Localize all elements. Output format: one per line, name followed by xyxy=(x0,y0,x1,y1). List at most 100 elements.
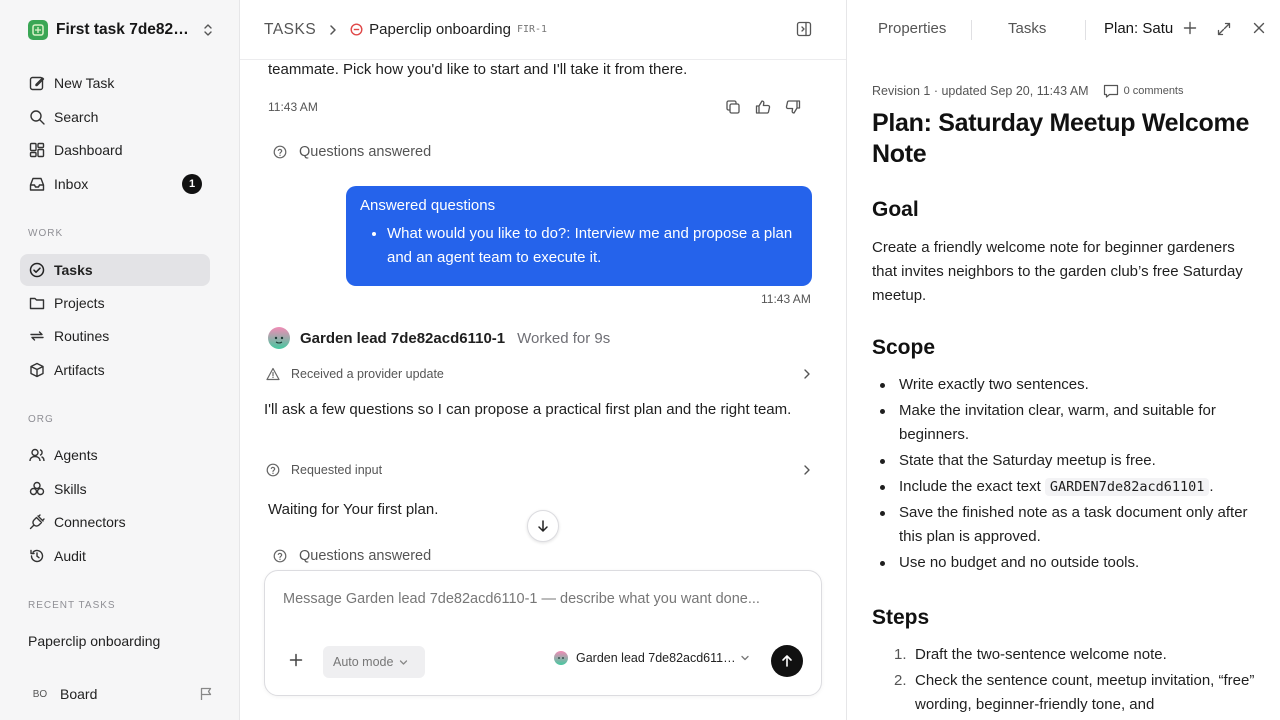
breadcrumb-tasks-link[interactable]: TASKS xyxy=(264,21,316,39)
nav-routines-label: Routines xyxy=(54,328,110,344)
nav-audit[interactable]: Audit xyxy=(20,540,210,572)
event-provider-update[interactable]: Received a provider update xyxy=(266,362,812,386)
copy-icon[interactable] xyxy=(724,98,742,116)
tab-properties[interactable]: Properties xyxy=(878,20,946,37)
sidebar: First task 7de82acd6110 New Task Search … xyxy=(0,0,240,720)
steps-heading: Steps xyxy=(872,606,930,629)
event-requested-input[interactable]: Requested input xyxy=(266,458,812,482)
questions-answered-row-2[interactable]: Questions answered xyxy=(273,548,431,564)
user-message-bubble: Answered questions What would you like t… xyxy=(346,186,812,286)
blocked-status-icon xyxy=(350,23,363,36)
expand-icon[interactable] xyxy=(1216,21,1232,37)
chevron-right-icon xyxy=(328,24,338,36)
thumbs-down-icon[interactable] xyxy=(784,98,802,116)
list-item: Write exactly two sentences. xyxy=(872,373,1257,397)
agent-name: Garden lead 7de82acd6110-1 xyxy=(300,329,506,347)
chevron-down-icon xyxy=(400,659,408,665)
nav-skills-label: Skills xyxy=(54,481,87,497)
step-text: Check the sentence count, meetup invitat… xyxy=(915,672,1255,713)
nav-agents[interactable]: Agents xyxy=(20,439,210,471)
list-item: State that the Saturday meetup is free. xyxy=(872,449,1257,473)
agent-header: Garden lead 7de82acd6110-1 Worked for 9s xyxy=(268,327,610,349)
list-item: Include the exact text GARDEN7de82acd611… xyxy=(872,475,1257,499)
scope-text-post: . xyxy=(1209,478,1214,495)
mode-select[interactable]: Auto mode xyxy=(323,646,425,678)
message-composer: Auto mode Garden lead 7de82acd6110-1 xyxy=(264,570,822,696)
scope-list: Write exactly two sentences. Make the in… xyxy=(872,373,1257,577)
tab-divider xyxy=(1085,20,1086,40)
agent-select[interactable]: Garden lead 7de82acd6110-1 xyxy=(554,651,750,665)
step-number: 2. xyxy=(894,672,907,689)
scroll-to-bottom-button[interactable] xyxy=(527,510,559,542)
send-button[interactable] xyxy=(771,645,803,677)
assistant-message-tail: teammate. Pick how you'd like to start a… xyxy=(268,61,688,78)
thumbs-up-icon[interactable] xyxy=(754,98,772,116)
nav-tasks-label: Tasks xyxy=(54,262,93,278)
workspace-name: First task 7de82acd6110 xyxy=(56,21,192,38)
agent-select-value: Garden lead 7de82acd6110-1 xyxy=(576,651,736,665)
page-title: Paperclip onboarding xyxy=(369,21,511,38)
message-input[interactable] xyxy=(283,591,803,607)
close-icon[interactable] xyxy=(1252,21,1266,35)
search-icon xyxy=(30,110,45,125)
list-item: 2. Check the sentence count, meetup invit… xyxy=(872,669,1257,717)
box-icon xyxy=(30,362,44,378)
nav-skills[interactable]: Skills xyxy=(20,473,210,505)
workspace-switcher[interactable]: First task 7de82acd6110 xyxy=(28,18,214,42)
list-item: Use no budget and no outside tools. xyxy=(872,551,1257,575)
comments-link[interactable]: 0 comments xyxy=(1103,84,1184,98)
agent-avatar xyxy=(268,327,290,349)
nav-audit-label: Audit xyxy=(54,548,86,564)
chevron-right-icon xyxy=(802,368,812,380)
skills-icon xyxy=(29,481,45,496)
inbox-count-badge: 1 xyxy=(182,174,202,194)
arrow-up-icon xyxy=(782,655,792,667)
history-icon xyxy=(30,549,44,563)
event-requested-input-label: Requested input xyxy=(291,463,383,477)
panel-tabs: Properties Tasks Plan: Saturday Meetup W… xyxy=(847,0,1280,60)
nav-new-task-label: New Task xyxy=(54,75,115,91)
nav-dashboard[interactable]: Dashboard xyxy=(20,134,210,166)
nav-projects[interactable]: Projects xyxy=(20,287,210,319)
flag-icon[interactable] xyxy=(198,686,214,702)
nav-agents-label: Agents xyxy=(54,447,98,463)
toggle-panel-icon[interactable] xyxy=(796,21,812,37)
nav-tasks[interactable]: Tasks xyxy=(20,254,210,286)
chevron-down-icon xyxy=(741,655,749,661)
user-bubble-item: What would you like to do?: Interview me… xyxy=(387,222,798,270)
folder-icon xyxy=(29,297,45,310)
revision-info: Revision 1 · updated Sep 20, 11:43 AM 0 … xyxy=(872,84,1184,98)
org-section-label: ORG xyxy=(28,414,54,425)
nav-routines[interactable]: Routines xyxy=(20,320,210,352)
nav-artifacts[interactable]: Artifacts xyxy=(20,354,210,386)
scope-heading: Scope xyxy=(872,336,936,359)
nav-search[interactable]: Search xyxy=(20,101,210,133)
tab-plan[interactable]: Plan: Saturday Meetup Welcome Note xyxy=(1104,20,1174,37)
tab-tasks[interactable]: Tasks xyxy=(1008,20,1046,37)
chevron-updown-icon xyxy=(202,23,214,37)
help-circle-icon xyxy=(266,463,280,477)
add-tab-icon[interactable] xyxy=(1183,21,1197,35)
inline-code: GARDEN7de82acd61101 xyxy=(1044,478,1210,496)
chevron-right-icon xyxy=(802,464,812,476)
list-item: Save the finished note as a task documen… xyxy=(872,501,1257,549)
user-footer[interactable]: BO Board xyxy=(28,682,214,706)
avatar: BO xyxy=(32,688,48,700)
plug-icon xyxy=(29,514,45,530)
add-attachment-button[interactable] xyxy=(289,653,303,667)
list-item: Make the invitation clear, warm, and sui… xyxy=(872,399,1257,447)
waiting-message: Waiting for Your first plan. xyxy=(268,501,439,518)
message-actions xyxy=(724,98,802,116)
nav-connectors[interactable]: Connectors xyxy=(20,506,210,538)
step-number: 1. xyxy=(894,646,907,663)
nav-inbox[interactable]: Inbox 1 xyxy=(20,168,210,200)
arrow-down-icon xyxy=(538,520,548,532)
nav-artifacts-label: Artifacts xyxy=(54,362,105,378)
document-panel: Properties Tasks Plan: Saturday Meetup W… xyxy=(846,0,1280,720)
recent-task-item[interactable]: Paperclip onboarding xyxy=(28,633,160,649)
message-timestamp: 11:43 AM xyxy=(268,100,318,114)
users-icon xyxy=(29,448,45,462)
nav-new-task[interactable]: New Task xyxy=(20,67,210,99)
nav-inbox-label: Inbox xyxy=(54,176,89,192)
questions-answered-row[interactable]: Questions answered xyxy=(273,144,431,160)
